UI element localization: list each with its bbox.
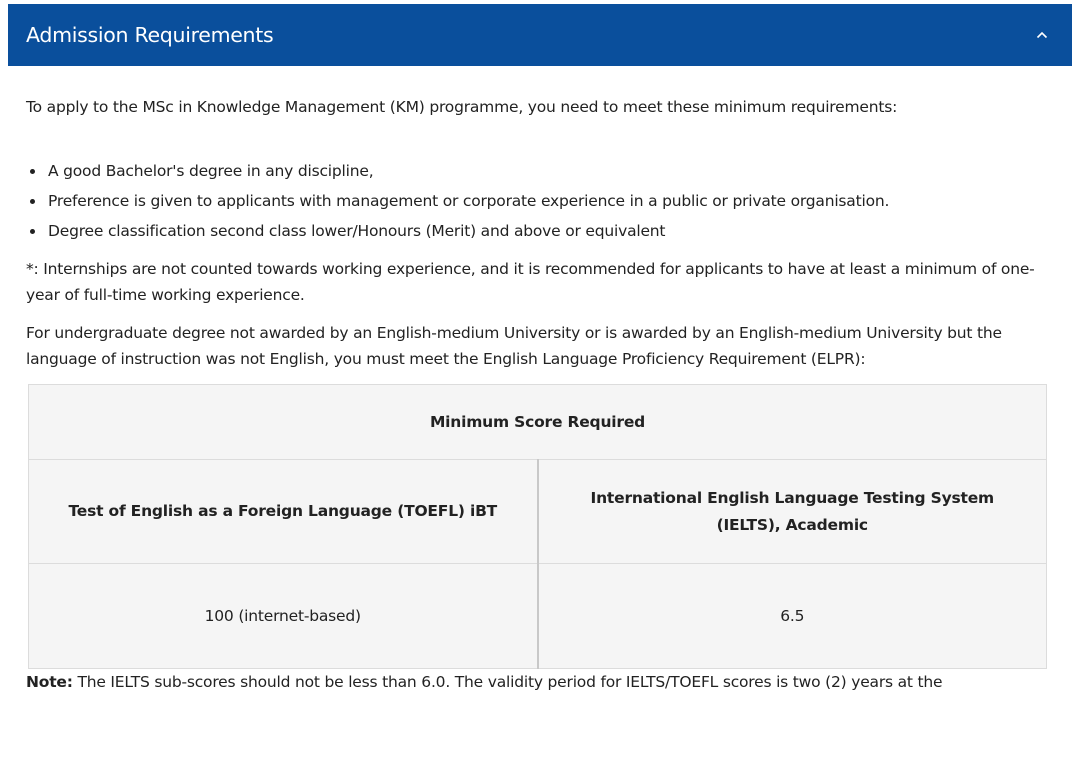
- chevron-up-icon[interactable]: [1032, 25, 1052, 45]
- column-header-ielts: International English Language Testing S…: [537, 459, 1047, 564]
- column-header-toefl: Test of English as a Foreign Language (T…: [28, 459, 539, 564]
- elpr-intro: For undergraduate degree not awarded by …: [26, 324, 1002, 368]
- note-text: The IELTS sub-scores should not be less …: [72, 673, 943, 691]
- note-paragraph: Note: The IELTS sub-scores should not be…: [26, 669, 1054, 695]
- score-table: Minimum Score Required Test of English a…: [28, 384, 1047, 669]
- list-item: A good Bachelor's degree in any discipli…: [46, 158, 1054, 184]
- list-item: Degree classification second class lower…: [46, 218, 1054, 244]
- list-item: Preference is given to applicants with m…: [46, 188, 1054, 214]
- toefl-score: 100 (internet-based): [28, 563, 539, 669]
- table-header: Minimum Score Required: [28, 384, 1047, 460]
- panel-title: Admission Requirements: [26, 23, 274, 47]
- intro-text: To apply to the MSc in Knowledge Managem…: [26, 98, 898, 116]
- accordion-header[interactable]: Admission Requirements: [8, 4, 1072, 66]
- ielts-score: 6.5: [537, 563, 1047, 669]
- internship-note: *: Internships are not counted towards w…: [26, 260, 1035, 304]
- table-row: Test of English as a Foreign Language (T…: [28, 459, 1047, 564]
- panel-body: To apply to the MSc in Knowledge Managem…: [8, 66, 1072, 695]
- note-label: Note:: [26, 673, 73, 691]
- table-row: Minimum Score Required: [28, 384, 1047, 460]
- admission-requirements-panel: Admission Requirements To apply to the M…: [8, 4, 1072, 781]
- chevron-up-icon-glyph: [1036, 31, 1048, 39]
- requirements-list: A good Bachelor's degree in any discipli…: [26, 158, 1054, 244]
- table-row: 100 (internet-based) 6.5: [28, 563, 1047, 669]
